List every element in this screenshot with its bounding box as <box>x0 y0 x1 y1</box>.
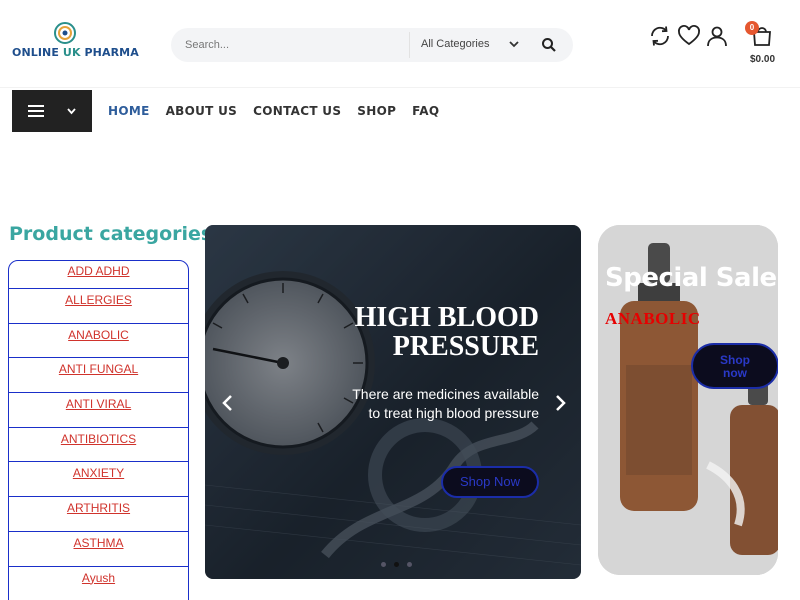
slide-description: There are medicines available to treat h… <box>352 386 539 421</box>
cart-count-badge: 0 <box>745 21 759 35</box>
nav-faq[interactable]: FAQ <box>412 104 439 120</box>
nav-home[interactable]: HOME <box>108 104 150 120</box>
category-item[interactable]: ANTI FUNGAL <box>8 358 189 394</box>
slider-dots <box>381 562 412 567</box>
category-select[interactable]: All Categories <box>421 38 521 54</box>
promo-subtitle: ANABOLIC <box>605 309 701 328</box>
category-item[interactable]: Ayush <box>8 566 189 600</box>
hero-slider: HIGH BLOOD PRESSURE There are medicines … <box>205 225 581 579</box>
site-header: ONLINE UK PHARMA All Categories 0 $0.00 <box>0 0 800 88</box>
refresh-icon[interactable] <box>648 24 672 48</box>
chevron-left-icon[interactable] <box>220 394 236 412</box>
category-item[interactable]: ASTHMA <box>8 531 189 567</box>
chevron-right-icon[interactable] <box>552 394 568 412</box>
site-logo[interactable]: ONLINE UK PHARMA <box>12 22 139 62</box>
hamburger-icon <box>28 105 44 117</box>
category-item[interactable]: ARTHRITIS <box>8 497 189 532</box>
main-nav: HOME ABOUT US CONTACT US SHOP FAQ <box>108 104 439 120</box>
category-item[interactable]: ADD ADHD <box>8 260 189 289</box>
nav-contact-us[interactable]: CONTACT US <box>253 104 341 120</box>
category-item[interactable]: ANXIETY <box>8 462 189 498</box>
heart-icon[interactable] <box>677 24 701 48</box>
slider-dot[interactable] <box>407 562 412 567</box>
special-sale-banner: Special Sale ANABOLIC Shop now <box>598 225 778 575</box>
search-divider <box>409 32 410 58</box>
slide-shop-now-button[interactable]: Shop Now <box>441 466 539 498</box>
category-item[interactable]: ANTI VIRAL <box>8 393 189 428</box>
chevron-down-icon[interactable] <box>508 38 520 50</box>
category-list: ADD ADHD ALLERGIES ANABOLIC ANTI FUNGAL … <box>8 260 189 600</box>
slide-title-line: HIGH BLOOD <box>354 302 539 333</box>
logo-mark-icon <box>54 22 76 44</box>
categories-heading: Product categories <box>9 223 213 245</box>
brand-name: ONLINE UK PHARMA <box>12 46 139 59</box>
nav-about-us[interactable]: ABOUT US <box>166 104 238 120</box>
slide-title: HIGH BLOOD PRESSURE <box>355 303 539 361</box>
category-menu-toggle[interactable] <box>12 90 92 132</box>
promo-title: Special Sale <box>605 263 777 293</box>
promo-button-line: now <box>723 366 747 380</box>
slider-dot[interactable] <box>394 562 399 567</box>
nav-shop[interactable]: SHOP <box>357 104 396 120</box>
category-item[interactable]: ALLERGIES <box>8 289 189 324</box>
search-input[interactable] <box>185 36 405 54</box>
search-bar: All Categories <box>171 28 573 62</box>
cart-total: $0.00 <box>750 54 776 65</box>
slide-title-line: PRESSURE <box>392 331 539 362</box>
promo-shop-now-button[interactable]: Shop now <box>691 343 778 389</box>
category-item[interactable]: ANTIBIOTICS <box>8 427 189 463</box>
chevron-down-icon <box>67 108 76 115</box>
category-item[interactable]: ANABOLIC <box>8 323 189 359</box>
user-icon[interactable] <box>705 24 729 48</box>
slider-dot[interactable] <box>381 562 386 567</box>
search-icon[interactable] <box>541 37 557 53</box>
